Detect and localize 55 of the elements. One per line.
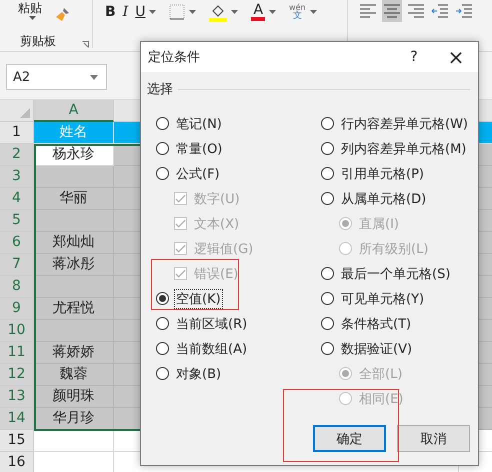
row-header[interactable]: 5 bbox=[0, 210, 34, 232]
option-label[interactable]: 可见单元格(Y) bbox=[339, 288, 426, 308]
option-label[interactable]: 对象(B) bbox=[174, 364, 224, 384]
option-label[interactable]: 从属单元格(D) bbox=[339, 188, 428, 208]
option-label[interactable]: 当前区域(R) bbox=[174, 314, 250, 334]
column-header[interactable]: A bbox=[34, 100, 114, 122]
table-cell: 蒋娇娇 bbox=[34, 342, 114, 364]
row-header[interactable]: 14 bbox=[0, 408, 34, 430]
option-label[interactable]: 条件格式(T) bbox=[339, 314, 414, 334]
row-header[interactable]: 13 bbox=[0, 386, 34, 408]
option-label[interactable]: 常量(O) bbox=[174, 138, 224, 158]
option-label[interactable]: 数据验证(V) bbox=[339, 338, 414, 358]
ok-button[interactable]: 确定 bbox=[313, 425, 386, 452]
name-box[interactable]: A2 bbox=[6, 64, 107, 90]
table-cell: 魏蓉 bbox=[34, 364, 114, 386]
underline-button[interactable]: U bbox=[135, 3, 146, 21]
group-label: 选择 bbox=[147, 81, 173, 98]
option-label[interactable]: 引用单元格(P) bbox=[339, 164, 426, 184]
group-label: 剪贴板 bbox=[20, 33, 56, 50]
table-cell: 姓名 bbox=[34, 122, 114, 144]
font-color-button[interactable]: A bbox=[251, 3, 266, 21]
table-cell: 华月珍 bbox=[34, 408, 114, 430]
close-button[interactable]: × bbox=[434, 45, 478, 69]
option-label[interactable]: 列内容差异单元格(M) bbox=[339, 138, 468, 158]
table-cell: 华丽 bbox=[34, 188, 114, 210]
row-header[interactable]: 7 bbox=[0, 254, 34, 276]
option-label[interactable]: 最后一个单元格(S) bbox=[339, 264, 452, 284]
paste-label[interactable]: 粘贴 bbox=[18, 0, 42, 17]
help-button[interactable]: ? bbox=[394, 49, 434, 65]
phonetic-button[interactable]: wén 文 bbox=[289, 3, 306, 21]
option-label[interactable]: 笔记(N) bbox=[174, 114, 224, 134]
italic-button[interactable]: I bbox=[122, 3, 128, 21]
option-label[interactable]: 行内容差异单元格(W) bbox=[339, 114, 470, 134]
row-header[interactable]: 15 bbox=[0, 430, 34, 452]
row-header[interactable]: 12 bbox=[0, 364, 34, 386]
window-title: 定位条件 bbox=[148, 49, 201, 66]
table-cell: 蒋冰彤 bbox=[34, 254, 114, 276]
row-header[interactable]: 10 bbox=[0, 320, 34, 342]
row-header[interactable]: 3 bbox=[0, 166, 34, 188]
row-header[interactable]: 9 bbox=[0, 298, 34, 320]
table-cell: 尤程悦 bbox=[34, 298, 114, 320]
row-header[interactable]: 6 bbox=[0, 232, 34, 254]
row-header[interactable]: 2 bbox=[0, 144, 34, 166]
table-cell: 郑灿灿 bbox=[34, 232, 114, 254]
bold-button[interactable]: B bbox=[105, 3, 116, 21]
option-label[interactable]: 当前数组(A) bbox=[174, 338, 250, 358]
row-header[interactable]: 1 bbox=[0, 122, 34, 144]
row-header[interactable]: 4 bbox=[0, 188, 34, 210]
option-label[interactable]: 公式(F) bbox=[174, 164, 222, 184]
row-header[interactable]: 11 bbox=[0, 342, 34, 364]
row-header[interactable]: 16 bbox=[0, 452, 34, 472]
table-cell: 颜明珠 bbox=[34, 386, 114, 408]
row-header[interactable]: 8 bbox=[0, 276, 34, 298]
option-label[interactable]: 空值(K) bbox=[174, 288, 223, 308]
cancel-button[interactable]: 取消 bbox=[397, 425, 470, 452]
